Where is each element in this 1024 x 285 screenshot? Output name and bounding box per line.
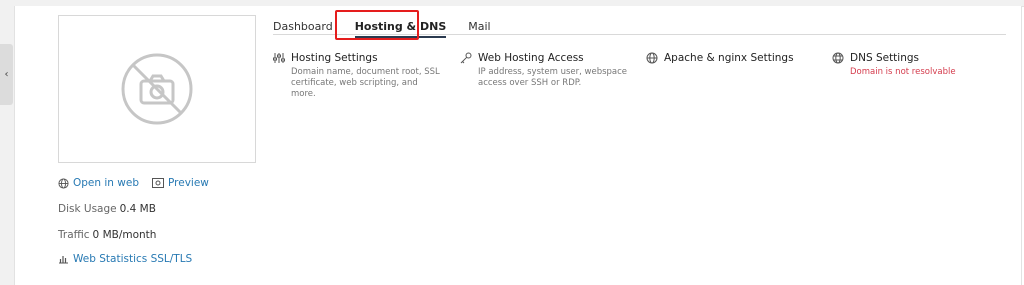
web-statistics: Web Statistics SSL/TLS xyxy=(58,253,192,265)
sidebar-collapse-button[interactable]: ‹ xyxy=(0,44,13,105)
preview-icon xyxy=(152,178,165,188)
globe-icon xyxy=(58,177,69,189)
disk-usage-value: 0.4 MB xyxy=(119,203,156,215)
chevron-left-icon: ‹ xyxy=(4,69,9,80)
disk-usage: Disk Usage 0.4 MB xyxy=(58,203,156,215)
web-hosting-access-tool: Web Hosting Access IP address, system us… xyxy=(460,52,630,89)
hosting-settings-title: Hosting Settings xyxy=(291,52,378,64)
web-statistics-link[interactable]: Web Statistics SSL/TLS xyxy=(73,253,192,265)
web-hosting-access-description: IP address, system user, webspace access… xyxy=(478,67,628,88)
active-tab-highlight xyxy=(335,10,419,40)
disk-usage-label: Disk Usage xyxy=(58,203,117,215)
traffic: Traffic 0 MB/month xyxy=(58,229,156,241)
traffic-label: Traffic xyxy=(58,229,90,241)
globe-icon xyxy=(832,52,844,64)
site-thumbnail xyxy=(58,15,256,163)
globe-gear-icon xyxy=(646,52,658,64)
hosting-settings-tool: Hosting Settings Domain name, document r… xyxy=(273,52,443,100)
hosting-settings-link[interactable]: Hosting Settings xyxy=(273,52,443,64)
sliders-icon xyxy=(273,52,285,64)
left-frame xyxy=(0,0,14,285)
dns-settings-tool: DNS Settings Domain is not resolvable xyxy=(832,52,1002,77)
dns-warning: Domain is not resolvable xyxy=(850,67,956,77)
apache-nginx-tool: Apache & nginx Settings xyxy=(646,52,816,64)
no-camera-icon xyxy=(119,51,195,127)
bar-chart-icon xyxy=(58,254,69,264)
web-hosting-access-link[interactable]: Web Hosting Access xyxy=(460,52,630,64)
dns-settings-title: DNS Settings xyxy=(850,52,920,64)
preview-link[interactable]: Preview xyxy=(168,177,209,189)
key-icon xyxy=(460,52,472,64)
traffic-value: 0 MB/month xyxy=(92,229,157,241)
hosting-settings-description: Domain name, document root, SSL certific… xyxy=(291,67,440,99)
apache-nginx-link[interactable]: Apache & nginx Settings xyxy=(646,52,816,64)
site-links: Open in web Preview xyxy=(58,177,209,189)
open-in-web-link[interactable]: Open in web xyxy=(73,177,139,189)
dns-settings-link[interactable]: DNS Settings xyxy=(832,52,1002,64)
web-hosting-access-title: Web Hosting Access xyxy=(478,52,584,64)
apache-nginx-title: Apache & nginx Settings xyxy=(664,52,794,64)
